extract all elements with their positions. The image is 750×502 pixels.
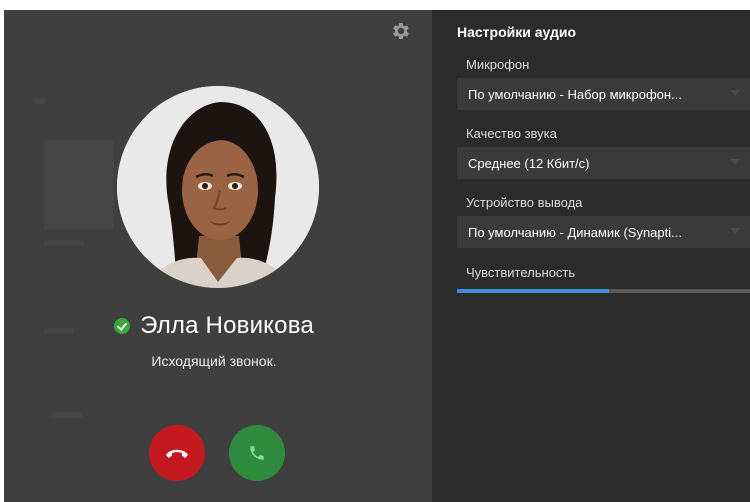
background-shape <box>44 240 84 246</box>
sensitivity-slider-fill <box>457 289 610 293</box>
presence-online-icon <box>114 318 131 334</box>
sensitivity-slider[interactable] <box>457 289 750 293</box>
settings-title: Настройки аудио <box>457 24 577 40</box>
quality-value: Среднее (12 Кбит/с) <box>468 155 590 171</box>
call-window: Элла Новикова Исходящий звонок. Настройк… <box>0 0 750 502</box>
background-shape <box>52 412 82 418</box>
background-shape <box>44 140 114 230</box>
chevron-down-icon <box>730 228 740 234</box>
phone-hangup-icon <box>166 449 188 458</box>
sensitivity-label: Чувствительность <box>466 265 576 280</box>
microphone-select[interactable]: По умолчанию - Набор микрофон... <box>457 78 750 110</box>
decline-call-button[interactable] <box>149 425 205 481</box>
background-shape <box>34 98 46 104</box>
quality-select[interactable]: Среднее (12 Кбит/с) <box>457 147 750 179</box>
accept-call-button[interactable] <box>229 425 285 481</box>
quality-label: Качество звука <box>466 126 557 141</box>
phone-icon <box>250 446 264 460</box>
avatar <box>117 86 319 288</box>
microphone-value: По умолчанию - Набор микрофон... <box>468 86 682 102</box>
output-device-label: Устройство вывода <box>466 195 583 210</box>
output-device-select[interactable]: По умолчанию - Динамик (Synapti... <box>457 216 750 248</box>
contact-name: Элла Новикова <box>140 312 314 339</box>
chevron-down-icon <box>730 90 740 96</box>
chevron-down-icon <box>730 159 740 165</box>
gear-icon[interactable] <box>390 20 412 42</box>
output-device-value: По умолчанию - Динамик (Synapti... <box>468 224 682 240</box>
person-avatar-icon <box>117 86 319 288</box>
call-status-text: Исходящий звонок. <box>151 353 277 369</box>
contact-row: Элла Новикова <box>0 310 428 342</box>
microphone-label: Микрофон <box>466 57 530 72</box>
